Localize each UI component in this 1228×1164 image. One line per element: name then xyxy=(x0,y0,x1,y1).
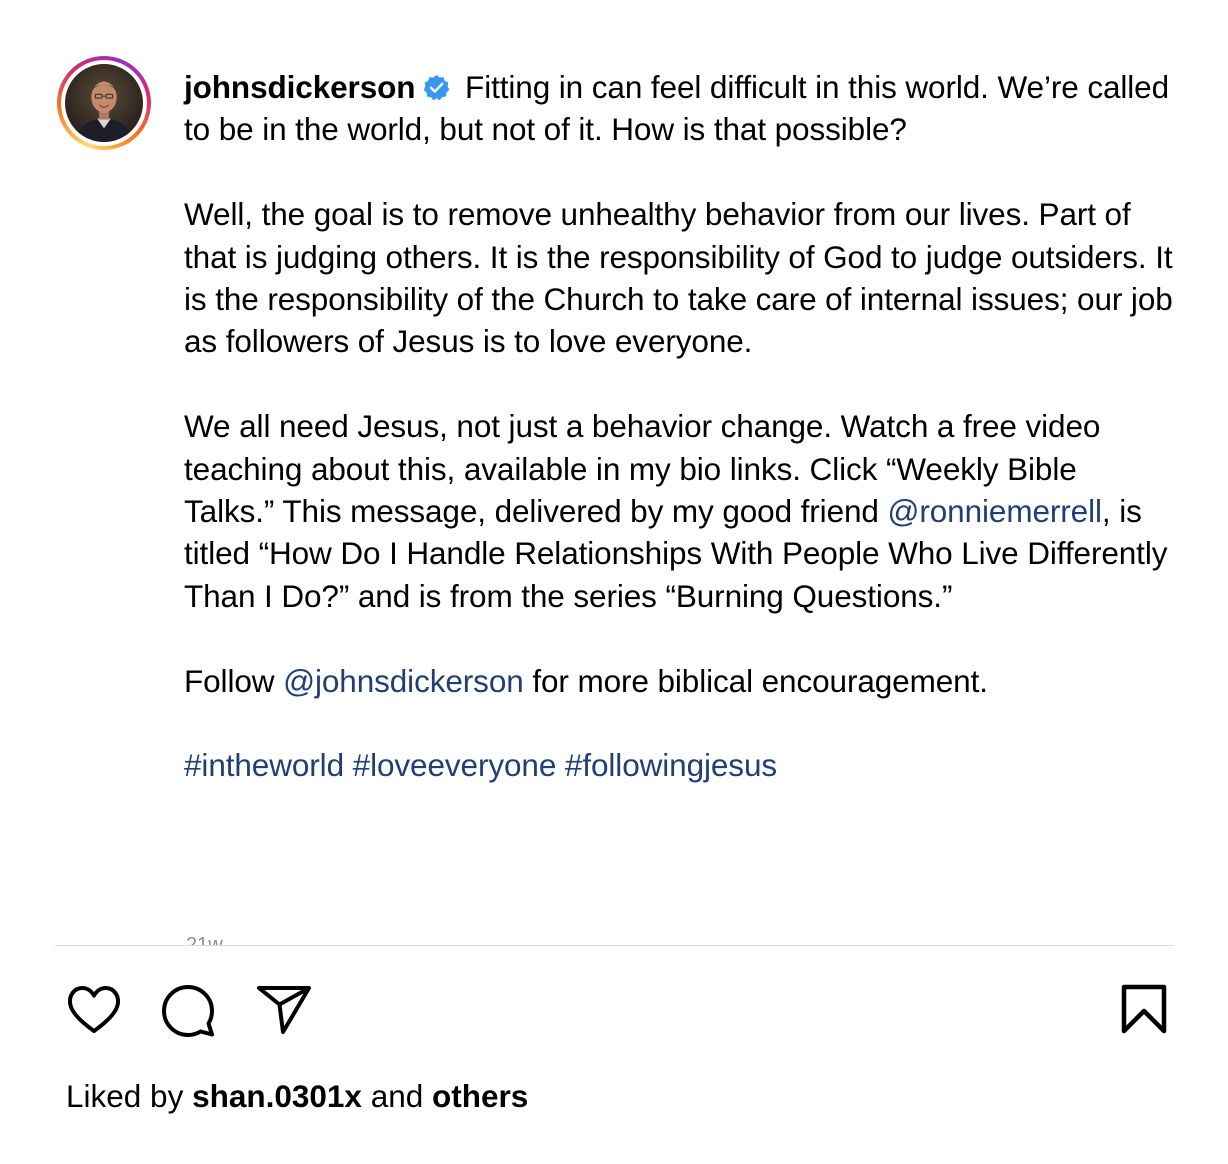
save-button[interactable] xyxy=(1116,983,1172,1037)
username-link[interactable]: johnsdickerson xyxy=(184,69,416,105)
likes-summary: Liked by shan.0301x and others xyxy=(66,1076,528,1116)
comment-button[interactable] xyxy=(160,983,216,1037)
comment-icon xyxy=(162,985,214,1037)
caption-paragraph-3: We all need Jesus, not just a behavior c… xyxy=(184,405,1174,617)
mention-ronniemerrell[interactable]: @ronniemerrell xyxy=(888,493,1103,529)
caption-text: johnsdickerson Fitting in can feel diffi… xyxy=(184,66,1174,829)
story-ring-avatar[interactable] xyxy=(57,56,151,150)
liked-by-others-link[interactable]: others xyxy=(432,1078,528,1114)
like-button[interactable] xyxy=(66,983,122,1037)
send-icon xyxy=(257,986,311,1034)
post-caption-section: johnsdickerson Fitting in can feel diffi… xyxy=(0,0,1228,946)
post-timestamp[interactable]: 21w xyxy=(186,930,223,946)
avatar xyxy=(65,64,143,142)
hashtag-followingjesus[interactable]: #followingjesus xyxy=(565,747,777,783)
likes-middle: and xyxy=(361,1078,433,1114)
mention-johnsdickerson[interactable]: @johnsdickerson xyxy=(283,663,524,699)
divider xyxy=(55,945,1174,946)
caption-intro-paragraph: johnsdickerson Fitting in can feel diffi… xyxy=(184,66,1174,151)
liked-by-user-link[interactable]: shan.0301x xyxy=(192,1078,362,1114)
share-button[interactable] xyxy=(256,983,312,1037)
avatar-gap xyxy=(61,60,147,146)
follow-text-b: for more biblical encouragement. xyxy=(523,662,988,699)
hashtag-loveeveryone[interactable]: #loveeveryone xyxy=(353,747,557,783)
likes-prefix: Liked by xyxy=(66,1078,193,1114)
hashtags-paragraph: #intheworld #loveeveryone #followingjesu… xyxy=(184,744,1174,786)
caption-paragraph-2: Well, the goal is to remove unhealthy be… xyxy=(184,196,1173,360)
bookmark-icon xyxy=(1121,984,1167,1034)
heart-icon xyxy=(68,986,120,1033)
verified-badge-icon xyxy=(424,75,450,101)
caption-follow-paragraph: Follow @johnsdickerson for more biblical… xyxy=(184,660,1174,702)
hashtag-intheworld[interactable]: #intheworld xyxy=(184,747,344,783)
follow-text-a: Follow xyxy=(184,662,284,699)
